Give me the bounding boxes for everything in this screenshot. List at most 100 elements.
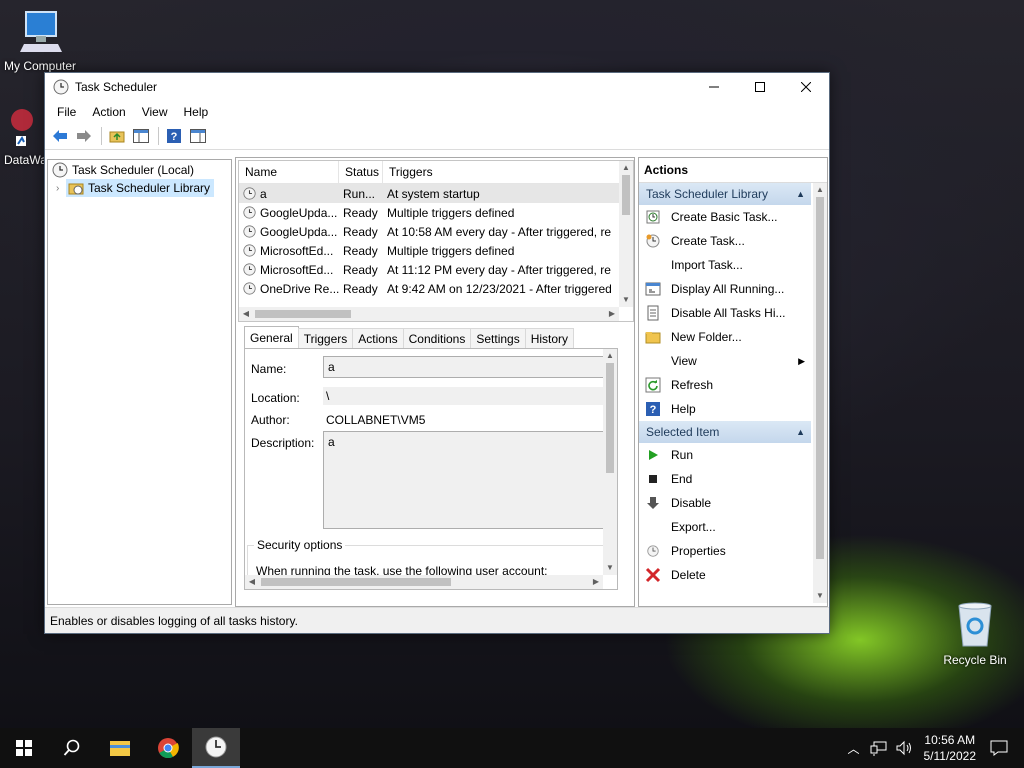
volume-icon[interactable] (896, 740, 914, 756)
maximize-button[interactable] (737, 73, 783, 101)
scroll-thumb[interactable] (255, 310, 351, 318)
scroll-thumb[interactable] (622, 175, 630, 215)
column-header-status[interactable]: Status (339, 161, 383, 183)
title-bar[interactable]: Task Scheduler (45, 73, 829, 101)
name-field[interactable]: a (323, 356, 605, 378)
tab-actions[interactable]: Actions (352, 328, 404, 349)
blank-icon-slot (645, 519, 661, 535)
scroll-down-arrow[interactable]: ▼ (813, 589, 827, 603)
column-header-triggers[interactable]: Triggers (383, 161, 611, 183)
location-label: Location: (251, 391, 300, 405)
show-hide-action-pane-button[interactable] (187, 126, 209, 146)
section-selected-item[interactable]: Selected Item ▲ (639, 421, 811, 443)
task-row[interactable]: GoogleUpda... Ready At 10:58 AM every day … (239, 222, 619, 241)
desktop-icon-my-computer[interactable]: My Computer (0, 8, 80, 73)
taskbar-task-scheduler[interactable] (192, 728, 240, 768)
minimize-button[interactable] (691, 73, 737, 101)
action-label: Export... (671, 520, 716, 534)
collapse-icon[interactable]: ▲ (796, 421, 805, 443)
tree-item-task-scheduler-library[interactable]: › Task Scheduler Library (48, 179, 231, 197)
chrome-icon (158, 738, 179, 759)
task-row[interactable]: MicrosoftEd... Ready Multiple triggers def… (239, 241, 619, 260)
tab-general[interactable]: General (244, 326, 299, 349)
chevron-right-icon[interactable]: › (56, 183, 66, 194)
show-hide-console-tree-button[interactable] (130, 126, 152, 146)
action-view[interactable]: View ▶ (639, 349, 811, 373)
action-create-task[interactable]: Create Task... (639, 229, 811, 253)
action-import-task[interactable]: Import Task... (639, 253, 811, 277)
task-scheduler-window: Task Scheduler File Action View Help ? T… (44, 72, 830, 634)
scroll-left-arrow[interactable]: ◀ (245, 575, 259, 589)
task-name-cell: MicrosoftEd... (239, 244, 339, 258)
tab-settings[interactable]: Settings (470, 328, 526, 349)
action-properties[interactable]: Properties (639, 539, 811, 563)
submenu-arrow-icon: ▶ (798, 355, 805, 366)
chevron-up-icon[interactable]: ︿ (841, 740, 865, 757)
action-refresh[interactable]: Refresh (639, 373, 811, 397)
help-toolbar-button[interactable]: ? (163, 126, 185, 146)
tree-item-task-scheduler-local[interactable]: Task Scheduler (Local) (48, 161, 231, 179)
task-name: MicrosoftEd... (260, 243, 334, 258)
task-row[interactable]: a Run... At system startup (239, 184, 619, 203)
scroll-thumb[interactable] (816, 197, 824, 559)
menu-action[interactable]: Action (84, 105, 133, 119)
tab-conditions[interactable]: Conditions (402, 328, 472, 349)
task-row[interactable]: GoogleUpda... Ready Multiple triggers defi… (239, 203, 619, 222)
task-list-vertical-scrollbar[interactable]: ▲ ▼ (619, 161, 633, 307)
action-export[interactable]: Export... (639, 515, 811, 539)
actions-vertical-scrollbar[interactable]: ▲ ▼ (813, 183, 827, 603)
task-status: Ready (343, 281, 378, 296)
tab-history[interactable]: History (524, 328, 575, 349)
action-disable-all-tasks-hi[interactable]: Disable All Tasks Hi... (639, 301, 811, 325)
action-end[interactable]: End (639, 467, 811, 491)
action-label: End (671, 472, 693, 486)
action-help[interactable]: ? Help (639, 397, 811, 421)
taskbar-chrome[interactable] (144, 728, 192, 768)
section-task-scheduler-library[interactable]: Task Scheduler Library ▲ (639, 183, 811, 205)
menu-help[interactable]: Help (176, 105, 217, 119)
up-folder-button[interactable] (106, 126, 128, 146)
start-button[interactable] (0, 728, 48, 768)
action-create-basic-task[interactable]: Create Basic Task... (639, 205, 811, 229)
task-name: MicrosoftEd... (260, 262, 334, 277)
action-disable[interactable]: Disable (639, 491, 811, 515)
task-row[interactable]: OneDrive Re... Ready At 9:42 AM on 12/23/2… (239, 279, 619, 298)
scroll-left-arrow[interactable]: ◀ (239, 307, 253, 321)
scroll-right-arrow[interactable]: ▶ (589, 575, 603, 589)
task-list-horizontal-scrollbar[interactable]: ◀ ▶ (239, 307, 619, 321)
task-row[interactable]: MicrosoftEd... Ready At 11:12 PM every day… (239, 260, 619, 279)
display-running-icon (645, 281, 661, 297)
clock[interactable]: 10:56 AM 5/11/2022 (924, 732, 977, 764)
tab-triggers[interactable]: Triggers (297, 328, 354, 349)
scroll-right-arrow[interactable]: ▶ (605, 307, 619, 321)
close-button[interactable] (783, 73, 829, 101)
scroll-up-arrow[interactable]: ▲ (619, 161, 633, 175)
scroll-thumb[interactable] (606, 363, 614, 473)
back-button[interactable] (49, 126, 71, 146)
description-field[interactable]: a (323, 431, 605, 529)
notifications-icon[interactable] (990, 740, 1008, 756)
action-label: Delete (671, 568, 706, 582)
desktop-icon-recycle-bin[interactable]: Recycle Bin (935, 600, 1015, 667)
scroll-up-arrow[interactable]: ▲ (813, 183, 827, 197)
collapse-icon[interactable]: ▲ (796, 183, 805, 205)
scroll-down-arrow[interactable]: ▼ (603, 561, 617, 575)
task-status: Ready (343, 205, 378, 220)
search-button[interactable] (48, 728, 96, 768)
scroll-thumb[interactable] (261, 578, 451, 586)
network-icon[interactable] (870, 740, 888, 756)
action-new-folder[interactable]: New Folder... (639, 325, 811, 349)
scroll-up-arrow[interactable]: ▲ (603, 349, 617, 363)
scroll-down-arrow[interactable]: ▼ (619, 293, 633, 307)
menu-view[interactable]: View (134, 105, 176, 119)
general-horizontal-scrollbar[interactable]: ◀ ▶ (245, 575, 603, 589)
forward-button[interactable] (73, 126, 95, 146)
column-header-name[interactable]: Name (239, 161, 339, 183)
action-label: New Folder... (671, 330, 742, 344)
action-delete[interactable]: Delete (639, 563, 811, 587)
taskbar-file-explorer[interactable] (96, 728, 144, 768)
general-vertical-scrollbar[interactable]: ▲ ▼ (603, 349, 617, 575)
action-run[interactable]: Run (639, 443, 811, 467)
action-display-all-running[interactable]: Display All Running... (639, 277, 811, 301)
menu-file[interactable]: File (49, 105, 84, 119)
